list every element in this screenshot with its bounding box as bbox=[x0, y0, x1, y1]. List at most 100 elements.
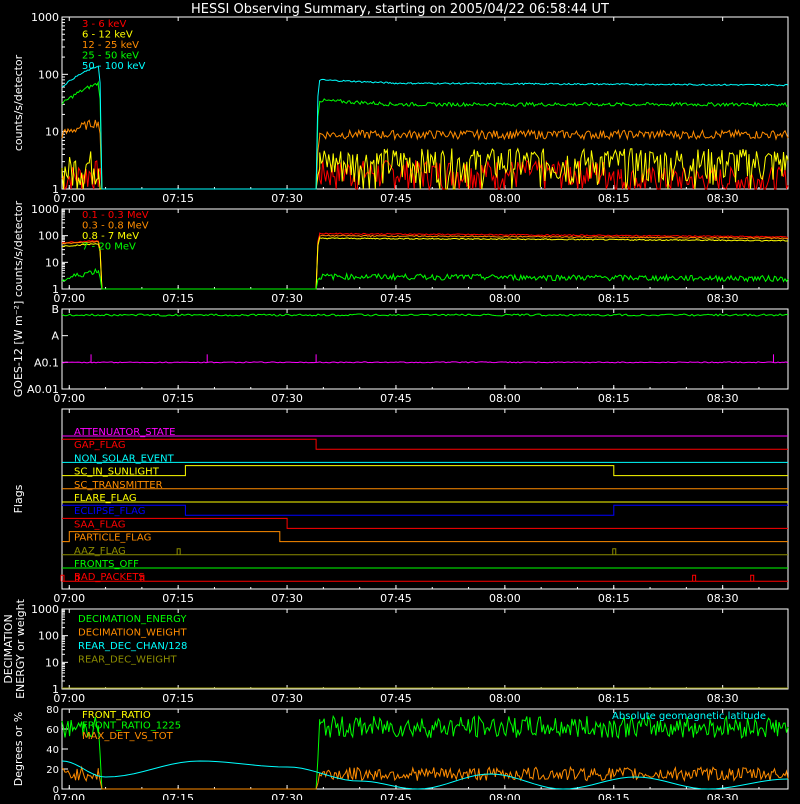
panel-3-flag-10-label: FRONTS_OFF bbox=[74, 559, 139, 570]
panel-1-ytick-label: 100 bbox=[38, 230, 59, 243]
hessi-summary-svg: HESSI Observing Summary, starting on 200… bbox=[2, 2, 789, 804]
panel-0-ytick-label: 10 bbox=[45, 126, 59, 139]
panel-4-ylabel-line2: ENERGY or weight bbox=[14, 598, 27, 698]
panel-0-xtick-label: 08:15 bbox=[598, 192, 630, 205]
panel-2-ytick-label: A0.01 bbox=[27, 383, 59, 396]
panel-3-flag-5-label: FLARE_FLAG bbox=[74, 493, 137, 504]
panel-4-ytick-label: 10 bbox=[45, 656, 59, 669]
panel-3-flag-1-label: GAP_FLAG bbox=[74, 440, 126, 451]
panel-4-xtick-label: 08:15 bbox=[598, 692, 630, 705]
panel-5-xtick-label: 08:00 bbox=[489, 792, 521, 800]
panel-5-ytick-label: 0 bbox=[53, 785, 59, 796]
panel-2-xtick-label: 07:15 bbox=[162, 392, 194, 405]
panel-3-flag-2-label: NON_SOLAR_EVENT bbox=[74, 453, 175, 464]
panel-3-flag-8-line bbox=[62, 531, 788, 543]
panel-2-ylabel: GOES-12 [W m⁻²] bbox=[12, 301, 25, 397]
panel-1-series-1-line bbox=[61, 234, 789, 290]
panel-1-legend-3: 7 - 20 MeV bbox=[82, 242, 136, 253]
panel-3-flag-9-blip bbox=[612, 548, 617, 555]
panel-3-xtick-label: 08:00 bbox=[489, 592, 521, 605]
panel-4-xtick-label: 07:30 bbox=[271, 692, 303, 705]
panel-1-ytick-label: 10 bbox=[45, 256, 59, 269]
panel-1-ylabel: counts/s/detector bbox=[12, 200, 25, 297]
panel-3-xtick-label: 08:30 bbox=[707, 592, 739, 605]
panel-1-xtick-label: 08:15 bbox=[598, 292, 630, 305]
panel-2-series-1-line bbox=[62, 361, 789, 364]
panel-5-ytick-label: 60 bbox=[46, 725, 59, 736]
panel-5-ytick-label: 20 bbox=[46, 765, 59, 776]
panel-0-ytick-label: 1000 bbox=[31, 11, 59, 24]
panel-3-xtick-label: 07:45 bbox=[380, 592, 412, 605]
panel-3-flag-9-blip bbox=[176, 548, 181, 555]
panel-3-flag-11-blip bbox=[692, 574, 697, 582]
panel-5-annotation: Absolute geomagnetic latitude bbox=[612, 711, 766, 722]
panel-1-xtick-label: 07:45 bbox=[380, 292, 412, 305]
panel-2-xtick-label: 08:30 bbox=[707, 392, 739, 405]
panel-4-legend-3: REAR_DEC_WEIGHT bbox=[78, 655, 177, 666]
panel-0-xtick-label: 07:30 bbox=[271, 192, 303, 205]
panel-3-flag-6-line bbox=[62, 504, 788, 516]
panel-3-flag-1-line bbox=[62, 438, 788, 450]
panel-3-flag-0-label: ATTENUATOR_STATE bbox=[74, 427, 175, 438]
panel-3-flag-6-label: ECLIPSE_FLAG bbox=[74, 506, 145, 517]
panel-2-xtick-label: 08:00 bbox=[489, 392, 521, 405]
panel-5-series-2-line bbox=[61, 765, 789, 790]
panel-5-xtick-label: 07:15 bbox=[162, 792, 194, 800]
panel-5-ytick-label: 80 bbox=[46, 705, 59, 716]
panel-2-series-0-line bbox=[61, 313, 789, 317]
panel-5-ylabel: Degrees or % bbox=[12, 712, 25, 786]
panel-0-series-0-line bbox=[61, 159, 789, 191]
panel-1-series-3-line bbox=[61, 267, 789, 290]
panel-3-xtick-label: 07:15 bbox=[162, 592, 194, 605]
panel-3-flag-7-line bbox=[62, 517, 788, 529]
panel-5-xtick-label: 07:45 bbox=[380, 792, 412, 800]
panel-3-xtick-label: 08:15 bbox=[598, 592, 630, 605]
panel-1-ytick-label: 1000 bbox=[31, 203, 59, 216]
panel-4-legend-0: DECIMATION_ENERGY bbox=[78, 614, 187, 625]
panel-3-flag-3-line bbox=[62, 465, 788, 477]
panel-3-flag-11-label: BAD_PACKETS bbox=[74, 572, 145, 583]
panel-4-legend-1: DECIMATION_WEIGHT bbox=[78, 628, 187, 639]
panel-2-ytick-label: A bbox=[51, 330, 59, 343]
hessi-summary-figure: HESSI Observing Summary, starting on 200… bbox=[0, 0, 800, 804]
panel-4-xtick-label: 08:00 bbox=[489, 692, 521, 705]
panel-0-xtick-label: 08:30 bbox=[707, 192, 739, 205]
chart-title: HESSI Observing Summary, starting on 200… bbox=[191, 2, 609, 17]
panel-0-xtick-label: 07:15 bbox=[162, 192, 194, 205]
panel-5-xtick-label: 08:30 bbox=[707, 792, 739, 800]
panel-2-ytick-label: B bbox=[51, 303, 59, 316]
panel-3-flag-4-label: SC_TRANSMITTER bbox=[74, 480, 163, 491]
panel-2-xtick-label: 08:15 bbox=[598, 392, 630, 405]
panel-0-ylabel: counts/s/detector bbox=[12, 54, 25, 151]
panel-3-flag-9-label: AAZ_FLAG bbox=[74, 546, 126, 557]
panel-0-legend-3: 25 - 50 keV bbox=[82, 51, 139, 62]
panel-4-ytick-label: 100 bbox=[38, 630, 59, 643]
panel-3-flag-11-blip bbox=[750, 574, 755, 582]
panel-0-legend-4: 50 - 100 keV bbox=[82, 61, 146, 72]
panel-5-ytick-label: 40 bbox=[46, 745, 59, 756]
panel-4-ytick-label: 1 bbox=[52, 683, 59, 696]
panel-1-xtick-label: 08:00 bbox=[489, 292, 521, 305]
panel-1-xtick-label: 07:30 bbox=[271, 292, 303, 305]
panel-3-flag-3-label: SC_IN_SUNLIGHT bbox=[74, 467, 160, 478]
panel-3-xtick-label: 07:30 bbox=[271, 592, 303, 605]
panel-3-ylabel: Flags bbox=[12, 484, 25, 513]
panel-3-flag-8-label: PARTICLE_FLAG bbox=[74, 533, 151, 544]
panel-2-ytick-label: A0.1 bbox=[34, 356, 59, 369]
panel-4-xtick-label: 08:30 bbox=[707, 692, 739, 705]
panel-4-legend-2: REAR_DEC_CHAN/128 bbox=[78, 641, 187, 652]
panel-1-legend-1: 0.3 - 0.8 MeV bbox=[82, 221, 149, 232]
panel-4-xtick-label: 07:15 bbox=[162, 692, 194, 705]
panel-1-legend-0: 0.1 - 0.3 MeV bbox=[82, 210, 149, 221]
panel-1-series-2-line bbox=[61, 237, 789, 290]
panel-2-xtick-label: 07:30 bbox=[271, 392, 303, 405]
panel-1-ytick-label: 1 bbox=[52, 283, 59, 296]
panel-0-ytick-label: 1 bbox=[52, 183, 59, 196]
panel-2-frame bbox=[61, 308, 789, 390]
panel-0-xtick-label: 07:45 bbox=[380, 192, 412, 205]
panel-0-xtick-label: 08:00 bbox=[489, 192, 521, 205]
panel-5-xtick-label: 07:30 bbox=[271, 792, 303, 800]
panel-0-legend-1: 6 - 12 keV bbox=[82, 30, 133, 41]
panel-5-legend-0: FRONT_RATIO bbox=[82, 710, 151, 721]
panel-5-xtick-label: 08:15 bbox=[598, 792, 630, 800]
